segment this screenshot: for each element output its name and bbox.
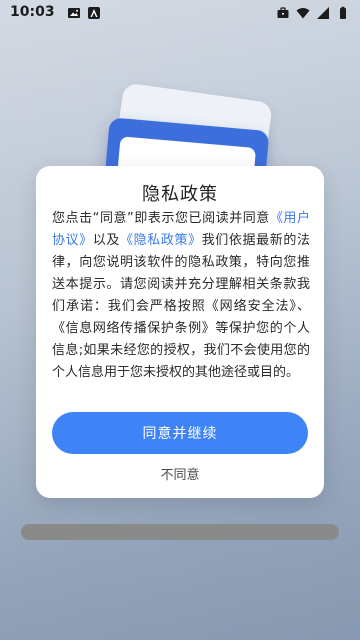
wifi-icon [296, 5, 310, 19]
body-text-and: 以及 [92, 233, 121, 248]
agree-and-continue-button[interactable]: 同意并继续 [52, 412, 308, 454]
status-left: 10:03 [10, 4, 101, 20]
privacy-policy-link[interactable]: 《隐私政策》 [120, 233, 202, 248]
status-right [276, 5, 350, 19]
battery-icon [336, 5, 350, 19]
status-bar: 10:03 [0, 0, 360, 24]
briefcase-icon [276, 5, 290, 19]
privacy-dialog: 隐私政策 您点击“同意”即表示您已阅读并同意《用户协议》以及《隐私政策》我们依据… [36, 166, 324, 498]
body-text-intro: 您点击“同意”即表示您已阅读并同意 [52, 211, 270, 226]
image-icon [67, 5, 81, 19]
app-notification-icon [87, 5, 101, 19]
body-text-main: 我们依据最新的法律，向您说明该软件的隐私政策，特向您推送本提示。请您阅读并充分理… [52, 233, 310, 380]
disagree-button[interactable]: 不同意 [130, 462, 230, 484]
status-time: 10:03 [10, 4, 55, 20]
dialog-body: 您点击“同意”即表示您已阅读并同意《用户协议》以及《隐私政策》我们依据最新的法律… [52, 208, 310, 384]
dialog-title: 隐私政策 [142, 184, 218, 205]
bottom-bar [21, 524, 339, 540]
signal-icon [316, 5, 330, 19]
